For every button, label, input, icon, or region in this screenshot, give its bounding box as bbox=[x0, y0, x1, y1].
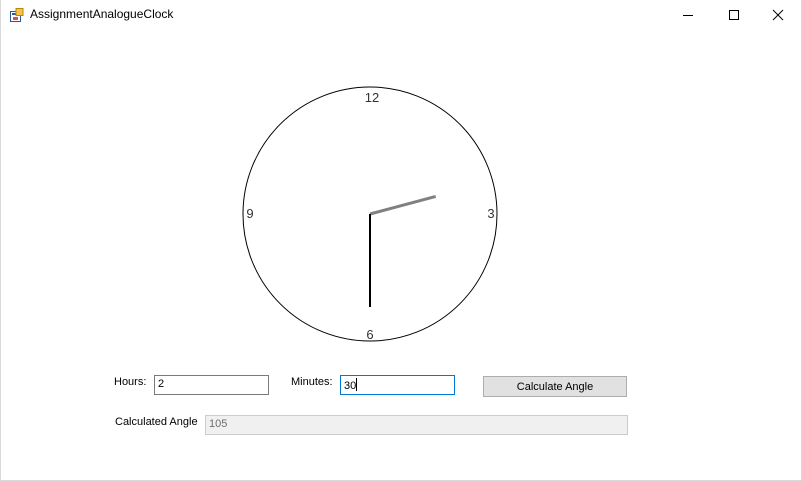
title-bar[interactable]: AssignmentAnalogueClock bbox=[1, 0, 801, 30]
maximize-button[interactable] bbox=[711, 0, 757, 30]
app-window: AssignmentAnalogueClock 12 3 6 9 Hours: bbox=[0, 0, 802, 481]
minutes-label: Minutes: bbox=[291, 376, 333, 388]
calculated-angle-label: Calculated Angle bbox=[115, 416, 198, 428]
minimize-button[interactable] bbox=[665, 0, 711, 30]
minimize-icon bbox=[683, 15, 693, 16]
maximize-icon bbox=[729, 10, 739, 20]
hours-label: Hours: bbox=[114, 376, 147, 388]
winforms-app-icon bbox=[10, 8, 24, 22]
window-title: AssignmentAnalogueClock bbox=[30, 7, 174, 21]
analogue-clock: 12 3 6 9 bbox=[242, 86, 498, 342]
calculated-angle-value: 105 bbox=[209, 418, 228, 430]
calculate-angle-button-label: Calculate Angle bbox=[516, 380, 594, 393]
calculate-angle-button[interactable]: Calculate Angle bbox=[483, 376, 627, 397]
close-icon bbox=[772, 9, 784, 21]
text-caret bbox=[356, 378, 358, 391]
hours-input-value: 2 bbox=[158, 378, 165, 390]
close-button[interactable] bbox=[755, 0, 801, 30]
calculated-angle-output[interactable]: 105 bbox=[205, 415, 628, 435]
clock-numeral-9: 9 bbox=[246, 206, 253, 221]
hours-input[interactable]: 2 bbox=[154, 375, 269, 395]
minutes-input[interactable]: 30 bbox=[340, 375, 455, 395]
clock-numeral-3: 3 bbox=[487, 206, 494, 221]
minutes-input-value: 30 bbox=[344, 380, 357, 392]
clock-numeral-12: 12 bbox=[365, 90, 379, 105]
clock-numeral-6: 6 bbox=[366, 327, 373, 342]
